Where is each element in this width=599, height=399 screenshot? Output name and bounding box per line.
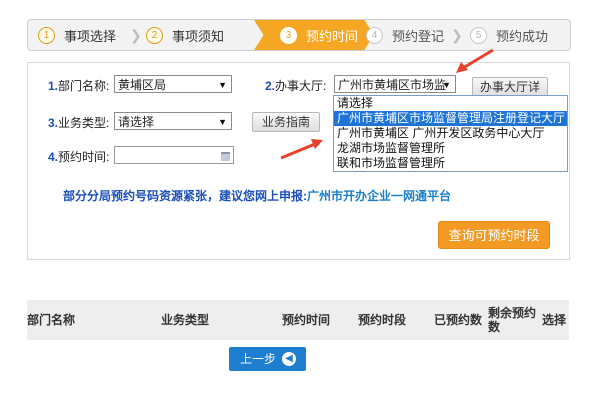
biz-type-select[interactable]: 请选择 ▼ — [114, 112, 232, 130]
hall-select[interactable]: 广州市黄埔区市场监 ▼ — [334, 75, 456, 93]
query-available-slots-button[interactable]: 查询可预约时段 — [438, 221, 550, 249]
dept-select[interactable]: 黄埔区局 ▼ — [114, 75, 232, 93]
step-number: 5 — [470, 26, 487, 44]
biz-type-label: 3.业务类型: — [48, 116, 110, 130]
hall-option[interactable]: 联和市场监督管理所 — [334, 156, 567, 171]
chevron-right-icon: ❯ — [451, 27, 463, 43]
step-label: 事项选择 — [64, 28, 117, 44]
dept-label: 1.部门名称: — [48, 79, 110, 93]
col-period: 预约时段 — [358, 313, 407, 327]
dropdown-arrow-icon: ▼ — [218, 80, 227, 90]
step-1: 1 事项选择 — [28, 20, 138, 50]
step-label: 预约时间 — [306, 28, 359, 44]
dropdown-arrow-icon: ▼ — [442, 80, 451, 90]
step-number: 1 — [38, 26, 55, 44]
notice-text: 部分分局预约号码资源紧张，建议您网上申报:广州市开办企业一网通平台 — [63, 189, 452, 203]
step-label: 预约成功 — [496, 28, 549, 44]
arrow-left-icon: ◀ — [282, 352, 296, 366]
business-guide-button[interactable]: 业务指南 — [252, 112, 320, 132]
col-select: 选择 — [542, 313, 567, 327]
step-number: 4 — [366, 26, 383, 44]
annotation-arrow-icon — [280, 139, 323, 160]
chevron-right-icon: ❯ — [130, 27, 142, 43]
step-number: 3 — [280, 26, 297, 44]
col-date: 预约时间 — [282, 313, 331, 327]
col-remaining: 剩余预约数 — [488, 306, 537, 334]
step-3: 3 预约时间 — [254, 20, 374, 50]
step-label: 事项须知 — [172, 28, 225, 44]
step-2: 2 事项须知 — [146, 20, 251, 50]
col-dept: 部门名称 — [27, 313, 76, 327]
step-number: 2 — [146, 26, 163, 44]
hall-dropdown-list[interactable]: 请选择 广州市黄埔区市场监督管理局注册登记大厅 广州市黄埔区 广州开发区政务中心… — [333, 95, 568, 172]
annotation-arrow-icon — [456, 48, 494, 73]
hall-option[interactable]: 广州市黄埔区 广州开发区政务中心大厅 — [334, 126, 567, 141]
date-label: 4.预约时间: — [48, 150, 110, 164]
col-booked: 已预约数 — [434, 313, 483, 327]
hall-label: 2.办事大厅: — [265, 79, 327, 93]
calendar-icon[interactable] — [221, 152, 230, 161]
previous-step-button[interactable]: 上一步 ◀ — [229, 347, 306, 371]
hall-detail-button[interactable]: 办事大厅详 — [472, 77, 548, 97]
step-label: 预约登记 — [392, 28, 445, 44]
date-input[interactable] — [114, 146, 234, 164]
hall-option[interactable]: 请选择 — [334, 96, 567, 111]
one-stop-platform-link[interactable]: 广州市开办企业一网通平台 — [307, 189, 451, 203]
hall-option-selected[interactable]: 广州市黄埔区市场监督管理局注册登记大厅 — [334, 111, 567, 126]
results-table-header: 部门名称 业务类型 预约时间 预约时段 已预约数 剩余预约数 选择 — [27, 300, 569, 340]
hall-option[interactable]: 龙湖市场监督管理所 — [334, 141, 567, 156]
dropdown-arrow-icon: ▼ — [218, 117, 227, 127]
col-biz-type: 业务类型 — [161, 313, 210, 327]
